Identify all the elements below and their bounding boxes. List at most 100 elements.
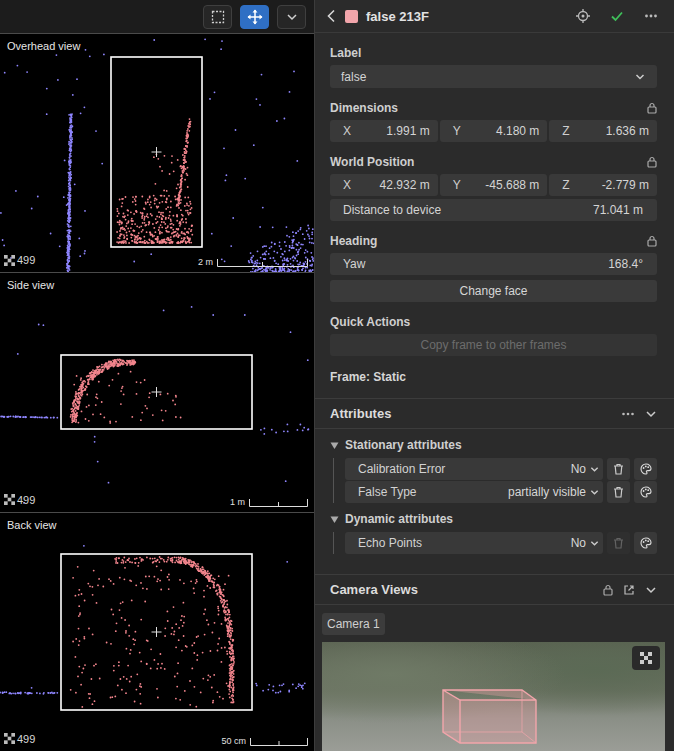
point-count: 499 [4,254,35,266]
delete-button[interactable] [607,532,630,554]
point-count: 499 [4,494,35,506]
annotation-tool: Overhead view4992 mSide view4991 mBack v… [0,0,674,751]
distance-field: Distance to device71.041 m [330,199,657,221]
crosshair-icon [152,147,162,157]
attribute-row: False Typepartially visible [345,481,657,503]
attribute-group-title[interactable]: Dynamic attributes [330,511,657,527]
position-field[interactable]: Z-2.779 m [549,174,657,196]
color-button[interactable] [634,458,657,480]
chevron-down-icon [286,11,298,23]
attribute-group: Stationary attributes Calibration ErrorNo… [330,437,657,503]
attribute-select[interactable]: Calibration ErrorNo [345,458,603,480]
point-cloud-canvas[interactable] [0,273,314,511]
point-cloud-canvas[interactable] [0,34,314,272]
viewer-toolbar [0,0,314,33]
more-dots-icon[interactable] [621,407,635,421]
view-title: Side view [7,279,54,291]
scale-bar: 1 m [230,497,308,507]
lock-icon[interactable] [647,235,657,247]
triangle-icon [330,515,339,524]
dimension-field[interactable]: X1.991 m [330,120,438,142]
chevron-down-icon [635,72,645,82]
projected-box [322,642,665,750]
select-box-icon [211,10,225,24]
object-header: false 213F [315,0,674,33]
object-title: false 213F [366,9,429,24]
checker-icon [4,733,15,744]
bounding-box[interactable] [61,355,252,429]
properties-panel: false 213F Label false Dimensions X1.991 mY4… [315,0,674,751]
view-title: Overhead view [7,40,80,52]
attribute-row: Echo PointsNo [345,532,657,554]
delete-button[interactable] [607,458,630,480]
color-button[interactable] [634,532,657,554]
check-icon[interactable] [610,9,624,23]
yaw-field[interactable]: Yaw168.4° [330,253,657,275]
camera-tab[interactable]: Camera 1 [322,613,385,635]
more-dots-icon[interactable] [644,9,658,23]
ruler-icon [249,499,308,507]
color-button[interactable] [634,481,657,503]
color-swatch[interactable] [345,10,358,23]
palette-icon [640,463,652,475]
target-icon[interactable] [576,9,590,23]
viewer-panel: Overhead view4992 mSide view4991 mBack v… [0,0,315,751]
delete-button[interactable] [607,481,630,503]
back-arrow-icon[interactable] [326,9,336,23]
frame-status: Frame: Static [330,370,657,386]
world-position-title: World Position [330,154,657,170]
attributes-header[interactable]: Attributes [315,398,674,429]
checker-icon [4,255,15,266]
lock-icon[interactable] [647,156,657,168]
dimension-field[interactable]: Z1.636 m [549,120,657,142]
trash-icon [613,486,624,498]
position-field[interactable]: X42.932 m [330,174,438,196]
camera-views-header[interactable]: Camera Views [315,574,674,605]
triangle-icon [330,441,339,450]
point-cloud-view[interactable]: Back view 499 50 cm [0,512,314,751]
checker-icon [640,652,652,664]
select-tool-button[interactable] [203,5,232,29]
lock-icon[interactable] [603,584,613,596]
attribute-row: Calibration ErrorNo [345,458,657,480]
menu-tool-button[interactable] [277,5,306,29]
attribute-select[interactable]: False Typepartially visible [345,481,603,503]
bounding-box[interactable] [111,57,202,247]
ruler-icon [217,259,308,267]
point-toggle-button[interactable] [632,646,660,670]
view-title: Back view [7,519,57,531]
point-cloud-view[interactable]: Overhead view4992 m [0,33,314,272]
external-link-icon[interactable] [623,584,635,596]
attributes-list: Stationary attributes Calibration ErrorNo… [315,429,674,574]
position-field[interactable]: Y-45.688 m [440,174,548,196]
lock-icon[interactable] [647,102,657,114]
chevron-icon[interactable] [645,408,657,420]
crosshair-icon [152,627,162,637]
chevron-down-icon [590,488,599,497]
ruler-icon [250,738,308,746]
label-title: Label [330,45,657,61]
palette-icon [640,537,652,549]
attribute-select[interactable]: Echo PointsNo [345,532,603,554]
scale-bar: 50 cm [221,736,308,746]
camera-tabs: Camera 1 [322,613,665,635]
point-cloud-view[interactable]: Side view 499 1 m [0,272,314,511]
change-face-button[interactable]: Change face [330,280,657,302]
copy-frame-button[interactable]: Copy frame to other frames [330,334,657,356]
dimension-fields: X1.991 mY4.180 mZ1.636 m [330,120,657,142]
chevron-icon[interactable] [645,584,657,596]
label-select[interactable]: false [330,65,657,88]
chevron-down-icon [590,465,599,474]
palette-icon [640,486,652,498]
point-count: 499 [4,733,35,745]
move-tool-button[interactable] [240,5,269,29]
camera-image[interactable] [322,642,665,751]
point-cloud-canvas[interactable] [0,513,314,751]
attribute-group-title[interactable]: Stationary attributes [330,437,657,453]
attribute-group: Dynamic attributes Echo PointsNo [330,511,657,554]
dimensions-title: Dimensions [330,100,657,116]
crosshair-icon [152,387,162,397]
dimension-field[interactable]: Y4.180 m [440,120,548,142]
bounding-box[interactable] [61,554,252,710]
quick-actions-title: Quick Actions [330,314,657,330]
